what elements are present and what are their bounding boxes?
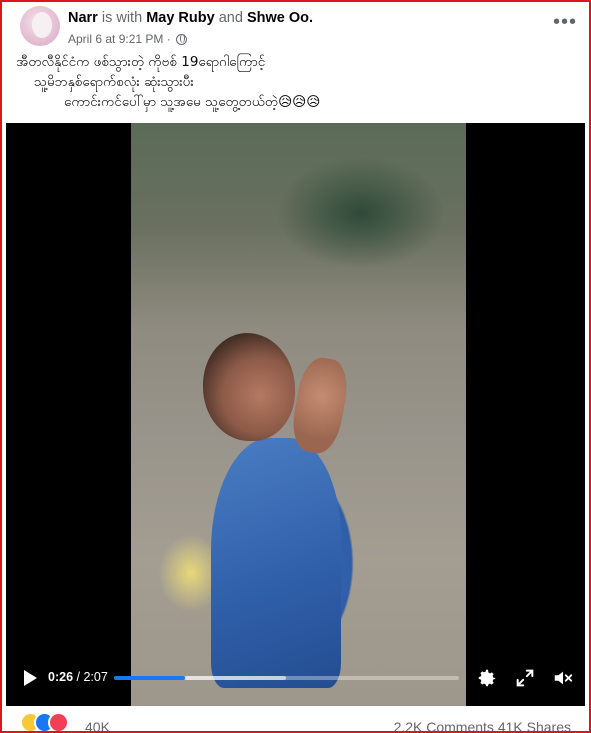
play-icon[interactable] xyxy=(24,670,37,686)
and-text: and xyxy=(218,10,243,26)
fullscreen-icon[interactable] xyxy=(514,667,536,689)
tagged-user-1[interactable]: May Ruby xyxy=(146,10,215,26)
post-date[interactable]: April 6 at 9:21 PM xyxy=(68,32,163,46)
settings-icon[interactable] xyxy=(476,667,498,689)
avatar[interactable] xyxy=(20,6,60,46)
with-text: is with xyxy=(101,10,143,26)
facebook-post-card: Narr is with May Ruby and Shwe Oo. April… xyxy=(0,0,591,733)
progress-fill xyxy=(114,676,185,680)
more-options-icon[interactable]: ••• xyxy=(553,12,577,32)
love-icon xyxy=(48,712,69,731)
post-caption: အီတလီနိုင်ငံက ဖစ်သွားတဲ့ ကိုဗစ် 19ရောဂါက… xyxy=(16,52,579,112)
caption-line: အီတလီနိုင်ငံက ဖစ်သွားတဲ့ ကိုဗစ် 19ရောဂါက… xyxy=(16,54,266,70)
video-duration: 2:07 xyxy=(83,670,108,684)
meta-dot: · xyxy=(166,32,171,46)
post-footer: 40K 2.2K Comments 41K Shares xyxy=(2,708,589,731)
video-player[interactable]: 0:26 / 2:07 xyxy=(6,123,585,706)
post-author-line: Narr is with May Ruby and Shwe Oo. xyxy=(68,10,313,26)
current-time: 0:26 xyxy=(48,670,74,684)
time-separator: / xyxy=(73,670,84,684)
video-frame xyxy=(131,123,466,706)
video-controls: 0:26 / 2:07 xyxy=(6,650,585,706)
tagged-user-2[interactable]: Shwe Oo. xyxy=(247,10,313,26)
buffer-bar xyxy=(184,676,287,680)
reaction-count[interactable]: 40K xyxy=(85,719,110,731)
globe-icon xyxy=(176,34,188,45)
mute-icon[interactable] xyxy=(552,667,574,689)
comments-count[interactable]: 2.2K Comments xyxy=(394,719,494,731)
post-meta: April 6 at 9:21 PM · xyxy=(68,32,188,46)
video-time: 0:26 / 2:07 xyxy=(48,670,108,684)
engagement-stats: 2.2K Comments 41K Shares xyxy=(394,719,571,731)
author-name[interactable]: Narr xyxy=(68,10,98,26)
progress-bar[interactable] xyxy=(114,676,459,680)
shares-count[interactable]: 41K Shares xyxy=(498,719,571,731)
caption-line: ကောင်းကင်ပေါ်မှာ သူ့အမေ သူ့တွေ့တယ်တဲ့😥😥😥 xyxy=(64,94,321,110)
post-header: Narr is with May Ruby and Shwe Oo. April… xyxy=(20,6,579,46)
caption-line: သူ့မိဘနှစ်ရောက်စလုံး ဆုံးသွားပီး xyxy=(34,74,194,90)
